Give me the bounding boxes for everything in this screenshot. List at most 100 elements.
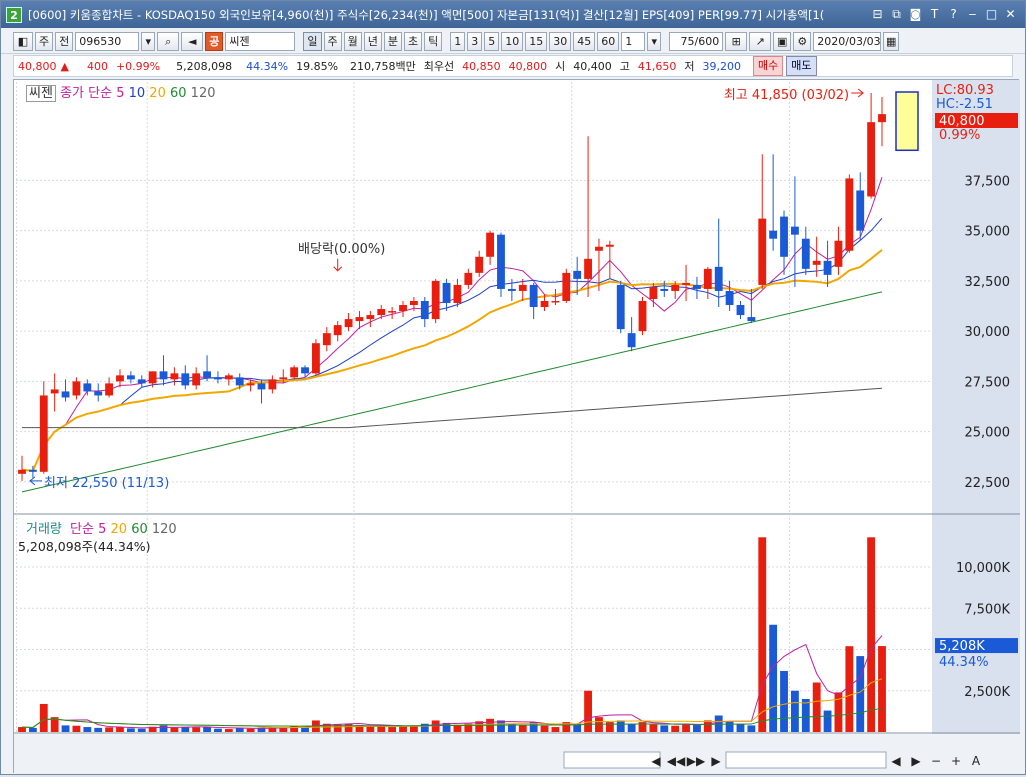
price-volume-chart[interactable]: 37,500 35,000 32,500 30,000 27,500 25,000 22,5…: [14, 80, 1020, 774]
candle-body[interactable]: [464, 272, 473, 285]
candle-body[interactable]: [856, 190, 865, 231]
volume-bar[interactable]: [388, 727, 397, 732]
candle-body[interactable]: [584, 258, 592, 279]
candle-body[interactable]: [94, 391, 103, 396]
interval-45[interactable]: 45: [573, 31, 596, 51]
volume-bar[interactable]: [551, 727, 560, 732]
candle-body[interactable]: [322, 333, 331, 346]
restore-icon[interactable]: ⧉: [888, 6, 905, 22]
chart-area[interactable]: 37,500 35,000 32,500 30,000 27,500 25,000 22,5…: [13, 79, 1020, 774]
interval-input[interactable]: 1: [621, 31, 646, 51]
interval-1[interactable]: 1: [450, 31, 466, 51]
candle-body[interactable]: [235, 377, 244, 386]
candle-body[interactable]: [693, 284, 701, 289]
volume-bar[interactable]: [671, 725, 680, 732]
volume-bar[interactable]: [660, 725, 669, 732]
volume-bar[interactable]: [693, 725, 701, 732]
volume-bar[interactable]: [137, 728, 146, 732]
sell-button[interactable]: 매도: [786, 56, 817, 76]
volume-bar[interactable]: [725, 721, 734, 732]
sound-icon[interactable]: ◄: [181, 31, 204, 51]
candle-body[interactable]: [431, 280, 440, 320]
price-legend-name[interactable]: 씨젠: [26, 85, 56, 102]
candle-body[interactable]: [312, 343, 320, 374]
candle-body[interactable]: [540, 301, 549, 308]
minimize-button[interactable]: ‒: [964, 6, 981, 22]
period-week[interactable]: 주: [323, 31, 342, 51]
volume-bar[interactable]: [703, 720, 712, 732]
candle-body[interactable]: [388, 311, 397, 313]
candle-body[interactable]: [627, 333, 636, 348]
candle-body[interactable]: [192, 373, 201, 386]
candle-body[interactable]: [714, 266, 723, 291]
volume-bar[interactable]: [790, 690, 799, 732]
volume-bar[interactable]: [83, 727, 92, 732]
candle-body[interactable]: [823, 260, 832, 275]
volume-bar[interactable]: [812, 682, 821, 733]
candle-body[interactable]: [845, 178, 854, 251]
volume-bar[interactable]: [28, 727, 37, 732]
candle-body[interactable]: [148, 371, 157, 384]
volume-bar[interactable]: [61, 725, 70, 732]
candle-body[interactable]: [39, 395, 48, 472]
candle-body[interactable]: [105, 383, 114, 396]
candle-body[interactable]: [50, 389, 59, 394]
forecast-box[interactable]: [895, 91, 919, 152]
candle-body[interactable]: [409, 301, 418, 306]
zoom-slider[interactable]: [725, 751, 887, 769]
volume-legend-name[interactable]: 거래량: [26, 522, 62, 537]
candle-body[interactable]: [595, 246, 603, 251]
candle-body[interactable]: [725, 290, 734, 306]
volume-bar[interactable]: [235, 728, 244, 732]
volume-bar[interactable]: [758, 537, 767, 732]
candle-body[interactable]: [366, 315, 375, 320]
candle-body[interactable]: [562, 272, 571, 301]
interval-5[interactable]: 5: [484, 31, 500, 51]
volume-bar[interactable]: [649, 724, 658, 732]
period-year[interactable]: 년: [363, 31, 382, 51]
candle-body[interactable]: [159, 371, 168, 380]
volume-bar[interactable]: [747, 725, 756, 732]
volume-bar[interactable]: [856, 656, 865, 732]
candle-body[interactable]: [28, 469, 37, 472]
volume-bar[interactable]: [170, 727, 179, 732]
period-second[interactable]: 초: [404, 31, 423, 51]
prev-button[interactable]: 전: [55, 31, 74, 51]
candle-body[interactable]: [279, 377, 288, 380]
volume-bar[interactable]: [344, 723, 353, 732]
font-icon[interactable]: T: [926, 6, 943, 22]
code-dropdown-icon[interactable]: ▾: [141, 31, 156, 51]
close-button[interactable]: ✕: [1002, 6, 1019, 22]
candle-body[interactable]: [878, 114, 886, 123]
candle-body[interactable]: [246, 383, 255, 386]
candle-body[interactable]: [268, 379, 277, 390]
candle-body[interactable]: [301, 367, 309, 374]
market-select[interactable]: 주: [35, 31, 54, 51]
candle-body[interactable]: [834, 240, 843, 267]
candle-body[interactable]: [203, 371, 211, 378]
candle-body[interactable]: [355, 317, 364, 322]
volume-bar[interactable]: [126, 728, 135, 732]
candle-body[interactable]: [660, 288, 669, 291]
period-tick[interactable]: 틱: [424, 31, 443, 51]
candle-body[interactable]: [486, 232, 495, 257]
help-icon[interactable]: ?: [945, 6, 962, 22]
candle-body[interactable]: [780, 216, 788, 257]
gear-icon[interactable]: ⚙: [793, 31, 812, 51]
volume-bar[interactable]: [584, 690, 592, 732]
candle-body[interactable]: [518, 284, 527, 291]
candle-body[interactable]: [116, 375, 124, 382]
candle-body[interactable]: [83, 383, 92, 392]
date-input[interactable]: 2020/03/03: [813, 31, 882, 51]
volume-bar[interactable]: [192, 727, 201, 732]
volume-bar[interactable]: [616, 720, 625, 732]
volume-bar[interactable]: [867, 537, 876, 732]
period-minute[interactable]: 분: [383, 31, 402, 51]
candle-body[interactable]: [758, 218, 767, 285]
volume-bar[interactable]: [399, 726, 407, 732]
link-icon[interactable]: ◙: [907, 6, 924, 22]
candle-body[interactable]: [18, 469, 26, 474]
candle-body[interactable]: [181, 373, 190, 386]
candle-body[interactable]: [638, 301, 647, 332]
candle-body[interactable]: [442, 282, 451, 304]
